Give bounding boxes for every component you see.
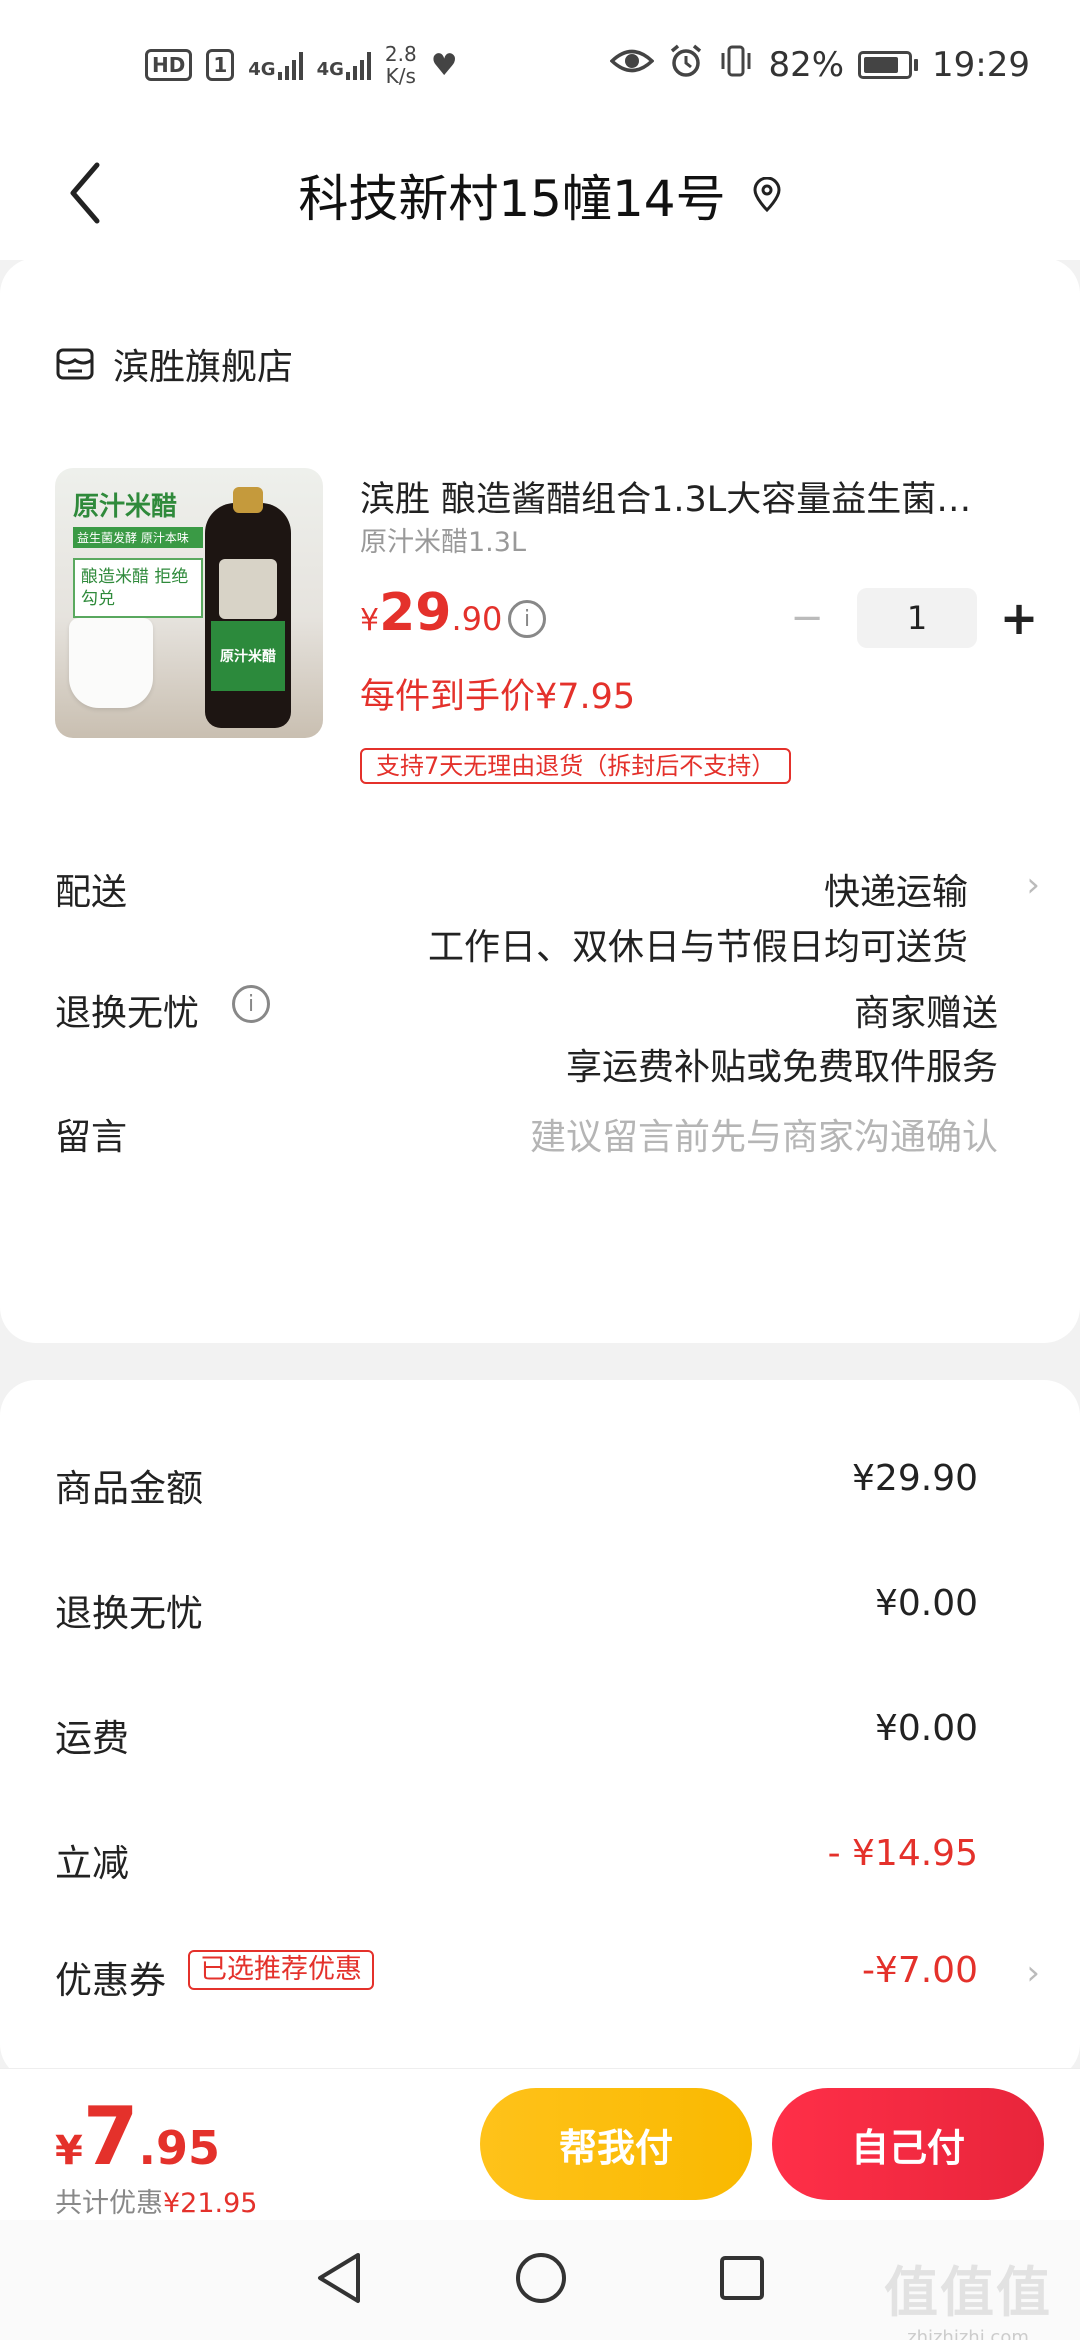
instant-discount-value: - ¥14.95 — [827, 1833, 978, 1874]
price-decimal: .90 — [451, 600, 503, 638]
speed-unit: K/s — [385, 64, 416, 88]
store-name: 滨胜旗舰店 — [113, 347, 294, 388]
address-title[interactable]: 科技新村15幢14号 — [298, 159, 725, 231]
worry-free-label: 退换无忧 — [55, 993, 200, 1034]
delivery-method[interactable]: 快递运输 — [824, 863, 968, 915]
nav-back-icon[interactable] — [314, 2251, 364, 2309]
fee-summary-card: 商品金额 ¥29.90 退换无忧 ¥0.00 运费 ¥0.00 立减 - ¥14… — [0, 1380, 1080, 2080]
watermark-logo: 值值值 — [884, 2261, 1052, 2324]
back-button[interactable] — [50, 158, 120, 228]
page-header: 科技新村15幢14号 — [0, 130, 1080, 260]
return-policy-tag: 支持7天无理由退货（拆封后不支持） — [360, 748, 792, 784]
savings-amount: ¥21.95 — [163, 2188, 258, 2219]
store-icon — [56, 348, 94, 380]
total-currency: ¥ — [55, 2128, 83, 2174]
product-image-banner: 原汁米醋 益生菌发酵 原汁本味 酿造米醋 拒绝勾兑 — [73, 486, 203, 618]
price-integer: 29 — [379, 583, 452, 643]
help-pay-button[interactable]: 帮我付 — [480, 2088, 752, 2200]
nav-home-icon[interactable] — [514, 2251, 568, 2309]
bottle-label: 原汁米醋 — [211, 621, 285, 691]
store-header[interactable]: 滨胜旗舰店 — [55, 338, 293, 390]
increase-button[interactable]: + — [997, 591, 1041, 645]
signal-icon-2: 4G — [317, 50, 371, 80]
battery-icon — [858, 51, 919, 79]
image-banner-sub: 益生菌发酵 原汁本味 — [73, 527, 203, 548]
sim-icon: 1 — [206, 49, 235, 81]
hd-icon: HD — [145, 49, 193, 81]
quantity-input[interactable]: 1 — [857, 588, 977, 648]
image-banner-tag: 酿造米醋 拒绝勾兑 — [73, 558, 203, 618]
goods-amount-value: ¥29.90 — [852, 1458, 978, 1499]
coupon-label: 优惠券 — [55, 1959, 166, 2002]
worry-free-fee-label: 退换无忧 — [55, 1592, 203, 1635]
product-image[interactable]: 原汁米醋 益生菌发酵 原汁本味 酿造米醋 拒绝勾兑 原汁米醋 — [55, 468, 323, 738]
status-right: 82% 19:29 — [609, 43, 1030, 87]
watermark: 值值值 zhizhizhi.com — [884, 2248, 1052, 2340]
message-label: 留言 — [55, 1117, 128, 1158]
price-info-icon[interactable]: i — [508, 600, 546, 638]
alarm-icon — [668, 43, 704, 87]
savings-label: 共计优惠 — [55, 2188, 163, 2219]
eye-comfort-icon — [609, 46, 655, 84]
battery-percent: 82% — [768, 45, 845, 85]
watermark-site: zhizhizhi.com — [907, 2327, 1029, 2340]
coupon-tag[interactable]: 已选推荐优惠 — [188, 1950, 374, 1990]
delivery-label: 配送 — [55, 872, 128, 913]
worry-free-fee-value: ¥0.00 — [874, 1583, 978, 1624]
price-currency: ¥ — [360, 603, 380, 638]
cup-graphic — [69, 618, 153, 708]
worry-free-value: 商家赠送 — [853, 993, 998, 1034]
total-decimal: .95 — [138, 2121, 221, 2175]
shipping-value: ¥0.00 — [874, 1708, 978, 1749]
chevron-left-icon — [70, 162, 100, 224]
vibrate-icon — [718, 43, 754, 87]
quantity-stepper: − 1 + — [785, 588, 1041, 648]
image-banner-title: 原汁米醋 — [73, 492, 178, 522]
decrease-button[interactable]: − — [785, 595, 829, 641]
product-title[interactable]: 滨胜 酿造酱醋组合1.3L大容量益生菌… — [360, 471, 1030, 522]
total-price: ¥ 7 .95 — [55, 2097, 220, 2177]
total-savings: 共计优惠¥21.95 — [55, 2181, 257, 2220]
message-input[interactable]: 建议留言前先与商家沟通确认 — [530, 1108, 998, 1160]
product-spec[interactable]: 原汁米醋1.3L — [360, 520, 526, 559]
product-price: ¥ 29 .90 — [360, 583, 502, 643]
status-left: HD 1 4G 4G 2.8 K/s ♥ — [145, 43, 458, 87]
health-heart-icon: ♥ — [430, 47, 458, 83]
shipping-label: 运费 — [55, 1717, 129, 1760]
order-card: 滨胜旗舰店 原汁米醋 益生菌发酵 原汁本味 酿造米醋 拒绝勾兑 原汁米醋 滨胜 … — [0, 258, 1080, 1343]
self-pay-button[interactable]: 自己付 — [772, 2088, 1044, 2200]
worry-free-info-icon[interactable]: i — [232, 985, 270, 1023]
speed-value: 2.8 — [384, 42, 417, 66]
network-type-1: 4G — [248, 59, 276, 80]
instant-discount-label: 立减 — [55, 1842, 129, 1885]
goods-amount-label: 商品金额 — [55, 1467, 203, 1510]
status-bar: HD 1 4G 4G 2.8 K/s ♥ 82% 19:29 — [0, 0, 1080, 130]
vinegar-bottle-graphic: 原汁米醋 — [205, 487, 291, 728]
clock: 19:29 — [932, 45, 1030, 85]
checkout-bar: ¥ 7 .95 共计优惠¥21.95 帮我付 自己付 — [0, 2068, 1080, 2220]
coupon-value[interactable]: -¥7.00 — [862, 1950, 978, 1991]
unit-final-price: 每件到手价¥7.95 — [360, 677, 636, 717]
signal-icon-1: 4G — [248, 50, 303, 80]
total-integer: 7 — [82, 2090, 139, 2183]
location-pin-icon[interactable] — [752, 177, 782, 213]
nav-recents-icon[interactable] — [718, 2254, 766, 2306]
network-speed: 2.8 K/s — [385, 43, 417, 87]
coupon-chevron-right-icon[interactable]: › — [1026, 1953, 1040, 1993]
chevron-right-icon[interactable]: › — [1026, 865, 1040, 905]
network-type-2: 4G — [316, 59, 344, 80]
worry-free-detail: 享运费补贴或免费取件服务 — [565, 1047, 998, 1088]
delivery-detail: 工作日、双休日与节假日均可送货 — [427, 927, 968, 968]
